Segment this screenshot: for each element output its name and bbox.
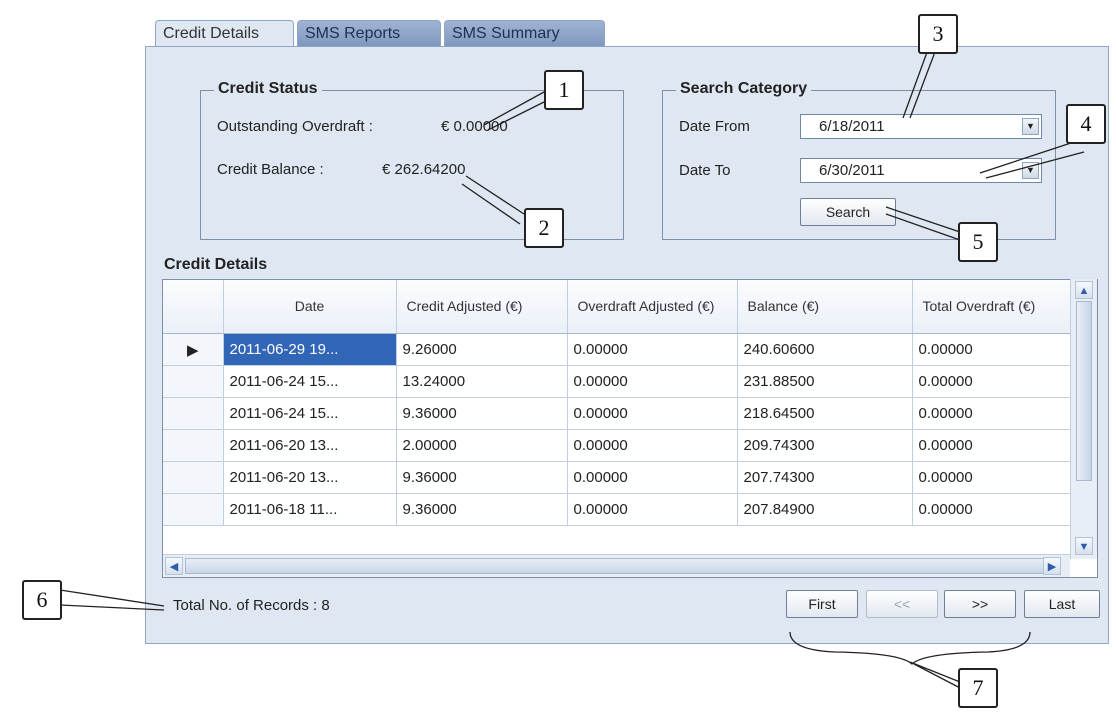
callout-7: 7 [958,668,998,708]
callout-6: 6 [22,580,62,620]
callout-1: 1 [544,70,584,110]
callout-2: 2 [524,208,564,248]
callout-3: 3 [918,14,958,54]
callout-5: 5 [958,222,998,262]
callout-4: 4 [1066,104,1106,144]
